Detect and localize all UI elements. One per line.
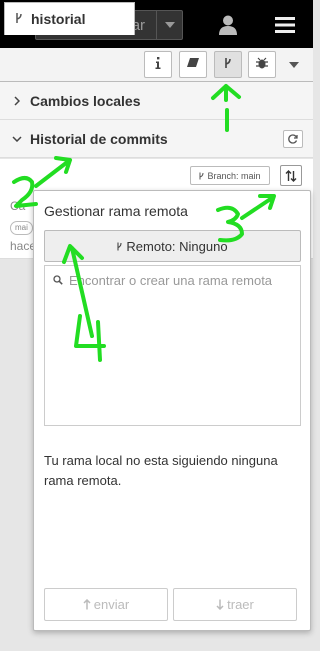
bug-icon: [256, 56, 268, 74]
section-label: Historial de commits: [30, 130, 168, 147]
remote-label: Remoto: Ninguno: [126, 238, 228, 254]
chevron-down-icon: [10, 135, 24, 142]
branch-button[interactable]: Branch: main: [190, 166, 270, 185]
search-box[interactable]: [44, 265, 301, 295]
git-branch-icon: [117, 242, 122, 250]
debug-tab-button[interactable]: [248, 51, 276, 78]
search-icon: [53, 275, 63, 285]
menu-icon[interactable]: [270, 12, 300, 38]
branch-tag: mai: [10, 221, 33, 235]
branch-label: Branch: main: [207, 170, 261, 181]
remote-sync-button[interactable]: [280, 165, 302, 186]
push-label: enviar: [93, 597, 130, 612]
book-icon: [187, 56, 199, 74]
popover-title: Gestionar rama remota: [44, 203, 188, 219]
refresh-icon: [288, 134, 298, 144]
user-icon[interactable]: [214, 12, 242, 38]
info-tab-button[interactable]: [144, 51, 172, 78]
info-icon: [155, 56, 161, 74]
pull-label: traer: [227, 597, 254, 612]
git-tab-button[interactable]: [214, 51, 242, 78]
tracking-status-text: Tu rama local no esta siguiendo ninguna …: [44, 453, 278, 488]
git-branch-icon: [15, 11, 23, 27]
arrow-up-icon: [83, 599, 91, 610]
help-tab-button[interactable]: [179, 51, 207, 78]
tab-label: historial: [31, 11, 86, 27]
section-local-changes[interactable]: Cambios locales: [0, 82, 313, 120]
push-button[interactable]: enviar: [44, 588, 168, 621]
remote-select-button[interactable]: Remoto: Ninguno: [44, 230, 301, 262]
section-commit-history[interactable]: Historial de commits: [0, 120, 313, 158]
git-branch-icon: [224, 56, 232, 74]
up-down-arrows-icon: [285, 169, 297, 182]
remote-branch-search-input[interactable]: [69, 272, 299, 288]
remote-branch-popover: Gestionar rama remota Remoto: Ninguno Tu…: [33, 190, 311, 631]
section-label: Cambios locales: [30, 92, 141, 109]
refresh-button[interactable]: [283, 130, 303, 148]
tab-historial[interactable]: historial: [4, 2, 135, 35]
tab-menu-caret-icon[interactable]: [284, 58, 304, 72]
pull-button[interactable]: traer: [173, 588, 297, 621]
git-branch-icon: [199, 172, 204, 179]
remote-branch-list[interactable]: [44, 294, 301, 426]
caret-down-icon[interactable]: [156, 11, 182, 39]
chevron-right-icon: [10, 95, 24, 106]
arrow-down-icon: [216, 599, 224, 610]
